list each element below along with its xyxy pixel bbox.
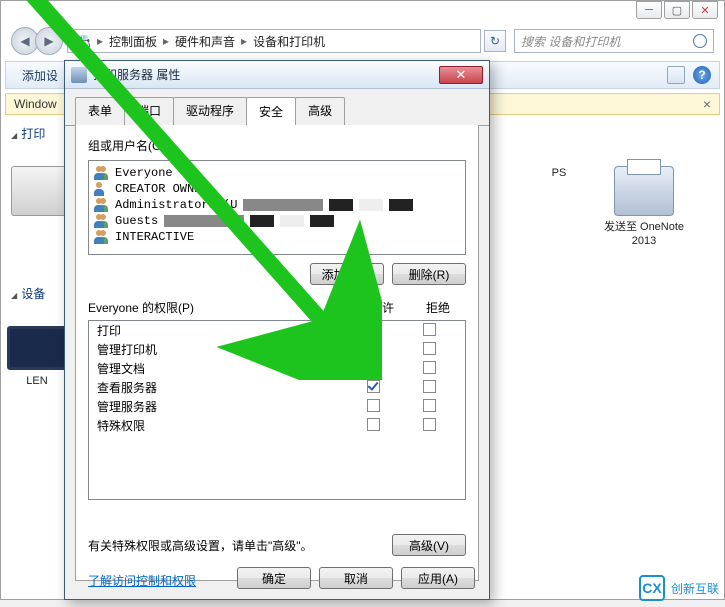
- tab-content-security: 组或用户名(G): Everyone CREATOR OWNER Administr…: [75, 125, 479, 581]
- deny-checkbox[interactable]: [423, 361, 436, 374]
- refresh-button[interactable]: ↻: [484, 30, 506, 52]
- breadcrumb[interactable]: 📇▸ 控制面板▸ 硬件和声音▸ 设备和打印机: [67, 29, 481, 53]
- dialog-title: 打印服务器 属性: [93, 66, 180, 83]
- notification-text: Window: [14, 97, 57, 111]
- breadcrumb-seg[interactable]: 控制面板: [105, 33, 161, 50]
- breadcrumb-seg[interactable]: 设备和打印机: [249, 33, 329, 50]
- deny-checkbox[interactable]: [423, 380, 436, 393]
- device-fax[interactable]: [11, 166, 71, 220]
- watermark-icon: CX: [639, 575, 665, 601]
- cancel-button[interactable]: 取消: [319, 567, 393, 589]
- learn-acl-link[interactable]: 了解访问控制和权限: [88, 572, 196, 589]
- user-list-item[interactable]: INTERACTIVE: [93, 229, 461, 245]
- device-monitor[interactable]: LEN: [7, 326, 67, 388]
- permission-row: 特殊权限: [89, 416, 465, 435]
- user-list[interactable]: Everyone CREATOR OWNER Administrators (U Gu…: [88, 160, 466, 255]
- group-users-label: 组或用户名(G):: [88, 137, 466, 154]
- allow-checkbox[interactable]: [367, 323, 380, 336]
- group-icon: [93, 230, 109, 244]
- deny-checkbox[interactable]: [423, 399, 436, 412]
- printer-icon: [614, 166, 674, 216]
- allow-checkbox[interactable]: [367, 361, 380, 374]
- user-name-label: INTERACTIVE: [115, 230, 194, 244]
- tab-ports[interactable]: 端口: [124, 97, 174, 125]
- device-printer-ps[interactable]: PS: [534, 166, 584, 180]
- deny-checkbox[interactable]: [423, 342, 436, 355]
- monitor-icon: [7, 326, 67, 370]
- watermark: CX 创新互联: [639, 575, 719, 601]
- permission-name: 管理服务器: [97, 398, 345, 415]
- watermark-text: 创新互联: [671, 580, 719, 597]
- advanced-hint-text: 有关特殊权限或高级设置，请单击"高级"。: [88, 537, 392, 554]
- minimize-button[interactable]: ─: [636, 1, 662, 19]
- view-icon[interactable]: [667, 66, 685, 84]
- tab-strip: 表单 端口 驱动程序 安全 高级: [65, 89, 489, 126]
- permission-row: 管理文档: [89, 359, 465, 378]
- allow-checkbox[interactable]: [367, 380, 380, 393]
- fax-icon: [11, 166, 71, 216]
- user-name-label: Administrators (U: [115, 198, 237, 212]
- permission-row: 管理打印机: [89, 340, 465, 359]
- user-list-item[interactable]: Everyone: [93, 165, 461, 181]
- user-list-item[interactable]: Administrators (U: [93, 197, 461, 213]
- permission-name: 管理打印机: [97, 341, 345, 358]
- ok-button[interactable]: 确定: [237, 567, 311, 589]
- nav-bar: ◀ ▶ 📇▸ 控制面板▸ 硬件和声音▸ 设备和打印机 ↻ 搜索 设备和打印机: [11, 26, 714, 56]
- permission-name: 查看服务器: [97, 379, 345, 396]
- user-name-label: Everyone: [115, 166, 173, 180]
- dialog-close-button[interactable]: ✕: [439, 66, 483, 84]
- tab-drivers[interactable]: 驱动程序: [173, 97, 247, 125]
- printer-icon: [71, 67, 87, 83]
- add-device-button[interactable]: 添加设: [14, 64, 66, 87]
- user-list-item[interactable]: CREATOR OWNER: [93, 181, 461, 197]
- permission-name: 特殊权限: [97, 417, 345, 434]
- user-name-label: CREATOR OWNER: [115, 182, 209, 196]
- tab-forms[interactable]: 表单: [75, 97, 125, 125]
- permission-row: 打印: [89, 321, 465, 340]
- user-icon: [93, 182, 109, 196]
- search-input[interactable]: 搜索 设备和打印机: [514, 29, 714, 53]
- nav-forward-button[interactable]: ▶: [35, 27, 63, 55]
- breadcrumb-seg[interactable]: 硬件和声音: [171, 33, 239, 50]
- apply-button[interactable]: 应用(A): [401, 567, 475, 589]
- tab-advanced[interactable]: 高级: [295, 97, 345, 125]
- remove-user-button[interactable]: 删除(R): [392, 263, 466, 285]
- dialog-titlebar[interactable]: 打印服务器 属性 ✕: [65, 61, 489, 89]
- device-onenote[interactable]: 发送至 OneNote 2013: [594, 166, 694, 248]
- add-user-button[interactable]: 添加(D)...: [310, 263, 384, 285]
- allow-checkbox[interactable]: [367, 399, 380, 412]
- window-controls: ─ ▢ ✕: [636, 1, 718, 19]
- group-icon: [93, 166, 109, 180]
- deny-checkbox[interactable]: [423, 418, 436, 431]
- permission-row: 管理服务器: [89, 397, 465, 416]
- allow-checkbox[interactable]: [367, 418, 380, 431]
- user-list-item[interactable]: Guests: [93, 213, 461, 229]
- help-icon[interactable]: ?: [693, 66, 711, 84]
- print-server-properties-dialog: 打印服务器 属性 ✕ 表单 端口 驱动程序 安全 高级 组或用户名(G): Ev…: [64, 60, 490, 600]
- permissions-for-label: Everyone 的权限(P): [88, 299, 354, 316]
- group-icon: [93, 214, 109, 228]
- deny-checkbox[interactable]: [423, 323, 436, 336]
- permissions-table: 打印管理打印机管理文档查看服务器管理服务器特殊权限: [88, 320, 466, 500]
- permission-row: 查看服务器: [89, 378, 465, 397]
- close-button[interactable]: ✕: [692, 1, 718, 19]
- permission-name: 打印: [97, 322, 345, 339]
- allow-header: 允许: [354, 299, 410, 316]
- group-icon: [93, 198, 109, 212]
- allow-checkbox[interactable]: [367, 342, 380, 355]
- advanced-button[interactable]: 高级(V): [392, 534, 466, 556]
- tab-security[interactable]: 安全: [246, 97, 296, 125]
- deny-header: 拒绝: [410, 299, 466, 316]
- maximize-button[interactable]: ▢: [664, 1, 690, 19]
- notification-close-icon[interactable]: ×: [703, 96, 711, 112]
- permission-name: 管理文档: [97, 360, 345, 377]
- user-name-label: Guests: [115, 214, 158, 228]
